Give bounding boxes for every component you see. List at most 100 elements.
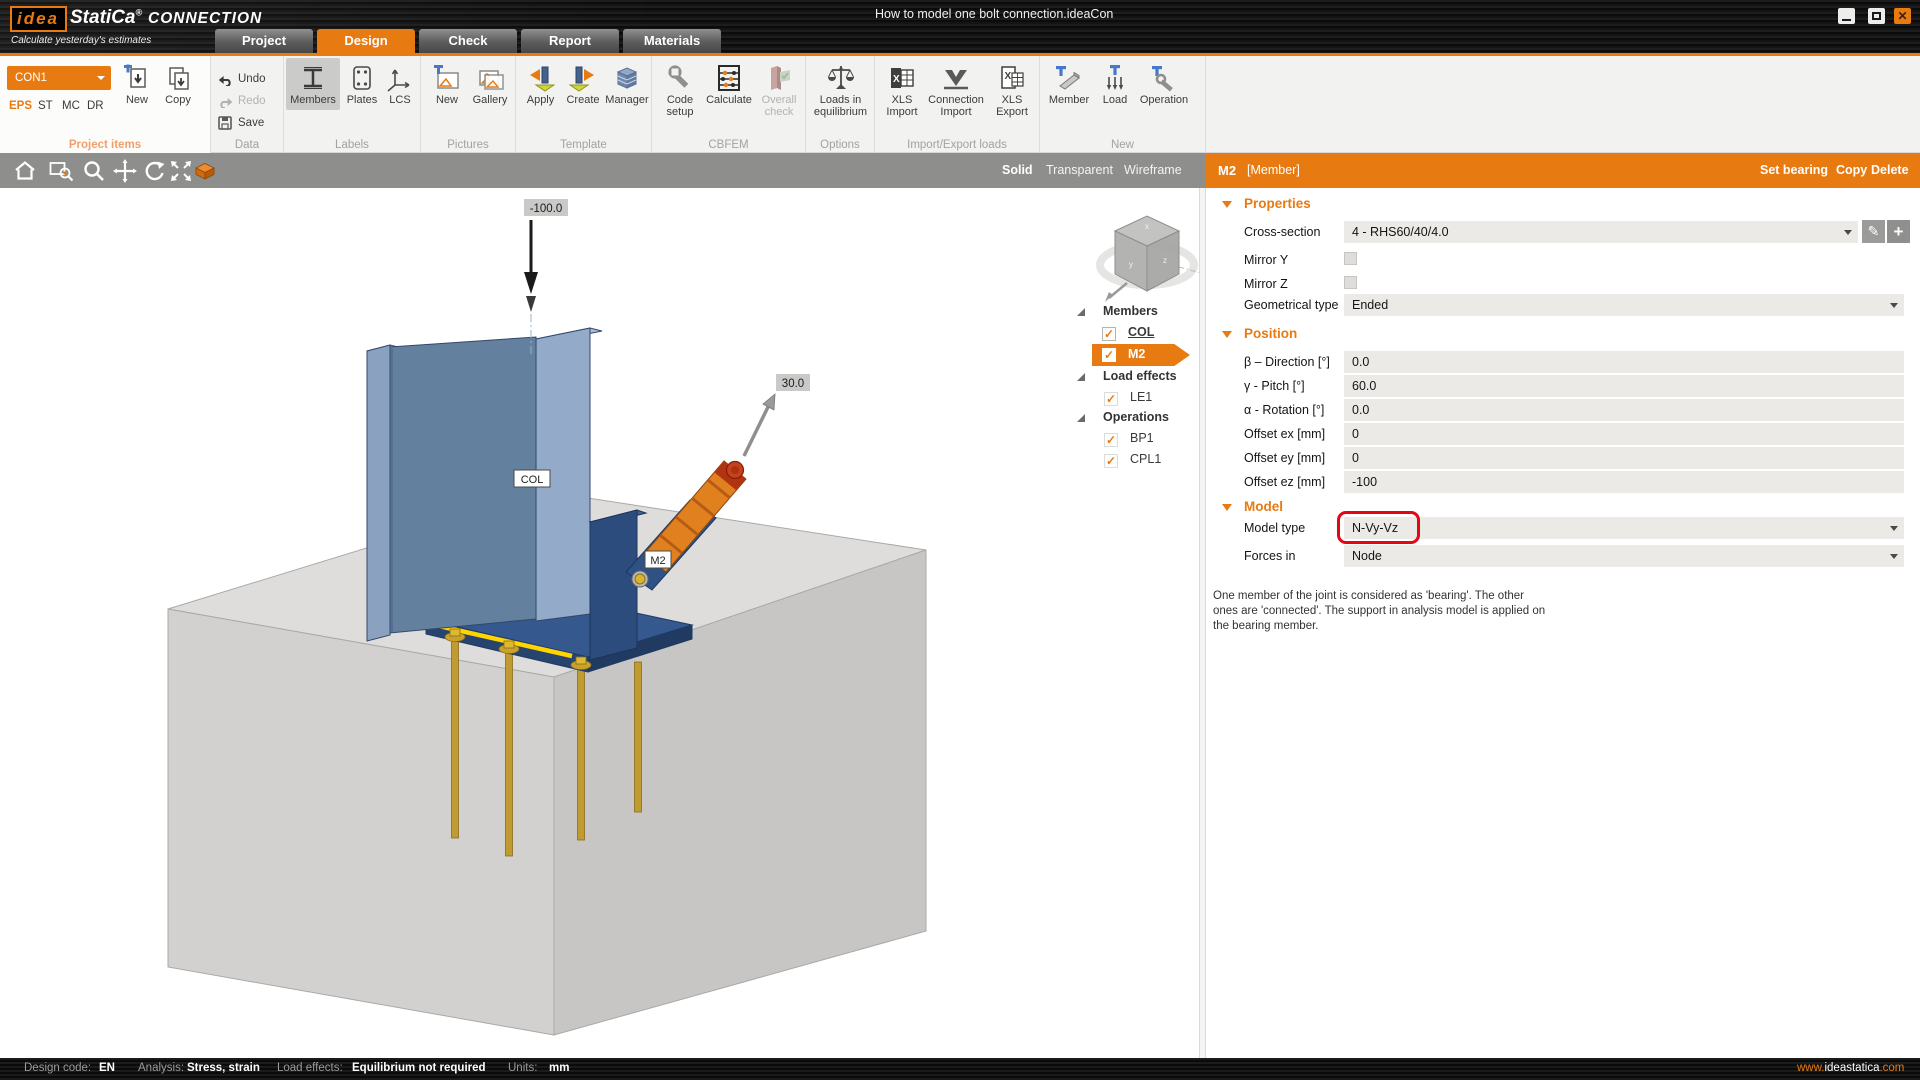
tree-item-m2[interactable]: M2 (1128, 347, 1145, 361)
tree-header-members[interactable]: Members (1103, 304, 1158, 318)
minimize-button[interactable] (1838, 8, 1855, 24)
checkbox-m2[interactable]: ✓ (1102, 348, 1116, 362)
ribbon-group-new: Member Load Operation New (1040, 56, 1206, 153)
lcs-toggle-label: LCS (383, 94, 417, 106)
connection-import-button[interactable]: Connection Import (925, 62, 987, 118)
tree-item-col[interactable]: COL (1128, 325, 1154, 339)
panel-divider[interactable] (1199, 188, 1206, 1058)
tree-item-le1[interactable]: LE1 (1130, 390, 1152, 404)
view-mode-solid[interactable]: Solid (1002, 153, 1033, 188)
tab-materials[interactable]: Materials (623, 29, 721, 53)
undo-button[interactable]: Undo (218, 70, 266, 88)
view-st-button[interactable]: ST (38, 100, 53, 112)
beta-direction-input[interactable]: 0.0 (1344, 351, 1904, 373)
3d-viewport-canvas[interactable]: 30.0 -100.0 COL M2 (0, 188, 1199, 1058)
checkbox-col[interactable]: ✓ (1102, 327, 1116, 341)
lcs-toggle-button[interactable]: LCS (383, 62, 417, 106)
pan-icon (113, 159, 137, 183)
model-type-select[interactable]: N-Vy-Vz (1344, 517, 1904, 539)
expander-load-effects-icon[interactable] (1077, 373, 1085, 381)
new-operation-button[interactable]: Operation (1136, 62, 1192, 106)
tab-report[interactable]: Report (521, 29, 619, 53)
xls-export-button[interactable]: X XLS Export (988, 62, 1036, 118)
tab-project[interactable]: Project (215, 29, 313, 53)
offset-ez-input[interactable]: -100 (1344, 471, 1904, 493)
delete-member-button[interactable]: Delete (1871, 153, 1909, 188)
plates-toggle-label: Plates (342, 94, 382, 106)
view-dr-button[interactable]: DR (87, 100, 104, 112)
new-operation-icon (1136, 62, 1192, 94)
copy-project-item-button[interactable]: Copy (158, 62, 198, 106)
new-picture-button[interactable]: New (427, 62, 467, 106)
create-template-button[interactable]: Create (562, 62, 604, 106)
navigation-cube[interactable]: y z x (1093, 203, 1205, 307)
mirror-y-checkbox[interactable] (1344, 252, 1357, 265)
template-manager-button[interactable]: Manager (604, 62, 650, 106)
gamma-pitch-label: γ - Pitch [°] (1244, 375, 1305, 397)
plates-toggle-button[interactable]: Plates (342, 62, 382, 106)
tree-item-cpl1[interactable]: CPL1 (1130, 452, 1161, 466)
overall-check-button[interactable]: Overall check (755, 62, 803, 118)
view-mode-transparent[interactable]: Transparent (1046, 153, 1113, 188)
edit-cross-section-button[interactable]: ✎ (1862, 220, 1885, 243)
website-link[interactable]: www.ideastatica.com (1797, 1062, 1904, 1074)
tree-item-bp1[interactable]: BP1 (1130, 431, 1154, 445)
gamma-pitch-input[interactable]: 60.0 (1344, 375, 1904, 397)
svg-text:y: y (1129, 260, 1133, 269)
offset-ey-input[interactable]: 0 (1344, 447, 1904, 469)
tree-header-operations[interactable]: Operations (1103, 410, 1169, 424)
zoom-window-button[interactable] (49, 159, 73, 183)
new-project-item-button[interactable]: New (118, 62, 156, 106)
home-view-button[interactable] (13, 159, 37, 183)
redo-button[interactable]: Redo (218, 92, 266, 110)
tree-header-load-effects[interactable]: Load effects (1103, 369, 1177, 383)
close-button[interactable]: ✕ (1894, 8, 1911, 24)
code-setup-button[interactable]: Code setup (656, 62, 704, 118)
new-member-button[interactable]: Member (1044, 62, 1094, 106)
geometrical-type-select[interactable]: Ended (1344, 294, 1904, 316)
new-member-label: Member (1044, 94, 1094, 106)
forces-in-select[interactable]: Node (1344, 545, 1904, 567)
view-mode-wireframe[interactable]: Wireframe (1124, 153, 1182, 188)
pan-button[interactable] (113, 159, 137, 183)
section-properties-header[interactable]: Properties (1244, 196, 1311, 211)
apply-template-button[interactable]: Apply (519, 62, 562, 106)
checkbox-bp1[interactable]: ✓ (1104, 433, 1118, 447)
add-cross-section-button[interactable]: + (1887, 220, 1910, 243)
maximize-button[interactable] (1868, 8, 1885, 24)
solid-brick-button[interactable] (193, 159, 217, 183)
column-col[interactable] (367, 328, 602, 641)
expander-operations-icon[interactable] (1077, 414, 1085, 422)
calculate-button[interactable]: Calculate (704, 62, 754, 106)
maximize-icon (1872, 12, 1881, 20)
expander-members-icon[interactable] (1077, 308, 1085, 316)
xls-import-button[interactable]: X XLS Import (879, 62, 925, 118)
loads-in-equilibrium-button[interactable]: Loads in equilibrium (808, 62, 873, 118)
rotate-button[interactable] (142, 159, 166, 183)
gallery-label: Gallery (468, 94, 512, 106)
zoom-button[interactable] (82, 159, 106, 183)
section-position-header[interactable]: Position (1244, 326, 1297, 341)
connection-import-label: Connection Import (925, 94, 987, 118)
tab-design[interactable]: Design (317, 29, 415, 53)
alpha-rotation-input[interactable]: 0.0 (1344, 399, 1904, 421)
gallery-button[interactable]: Gallery (468, 62, 512, 106)
zoom-fit-button[interactable] (169, 159, 193, 183)
section-model-header[interactable]: Model (1244, 499, 1283, 514)
group-label-data: Data (211, 139, 283, 151)
checkbox-cpl1[interactable]: ✓ (1104, 454, 1118, 468)
members-toggle-button[interactable]: Members (286, 58, 340, 110)
view-eps-button[interactable]: EPS (9, 100, 32, 112)
save-button[interactable]: Save (218, 114, 264, 132)
view-mc-button[interactable]: MC (62, 100, 80, 112)
copy-member-button[interactable]: Copy (1836, 153, 1867, 188)
mirror-z-checkbox[interactable] (1344, 276, 1357, 289)
cross-section-select[interactable]: 4 - RHS60/40/4.0 (1344, 221, 1858, 243)
connection-item-select[interactable]: CON1 (7, 66, 111, 90)
tab-check[interactable]: Check (419, 29, 517, 53)
new-load-button[interactable]: Load (1095, 62, 1135, 106)
template-manager-label: Manager (604, 94, 650, 106)
checkbox-le1[interactable]: ✓ (1104, 392, 1118, 406)
offset-ex-input[interactable]: 0 (1344, 423, 1904, 445)
set-bearing-button[interactable]: Set bearing (1760, 153, 1828, 188)
